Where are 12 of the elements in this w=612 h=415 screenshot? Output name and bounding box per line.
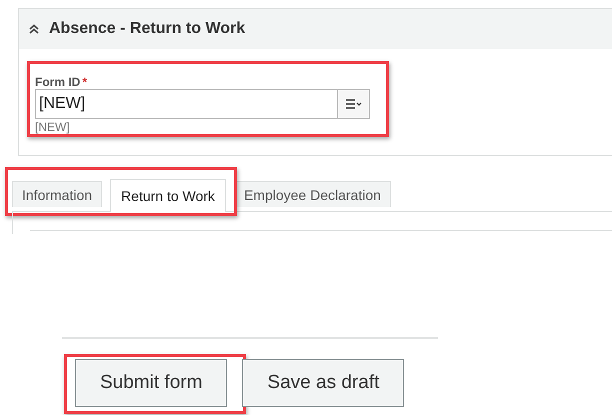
action-button[interactable]: Save as draft: [242, 359, 404, 407]
list-button[interactable]: [338, 89, 370, 119]
list-icon: [346, 99, 362, 109]
section-header[interactable]: Absence - Return to Work: [19, 9, 612, 49]
action-button[interactable]: Submit form: [75, 359, 228, 407]
field-hint: [NEW]: [35, 120, 71, 134]
collapse-icon[interactable]: [29, 24, 39, 34]
required-mark: *: [82, 75, 88, 89]
tab[interactable]: Return to Work: [110, 179, 226, 212]
input-field[interactable]: [NEW]: [35, 89, 338, 119]
field-label: Form ID: [35, 75, 80, 89]
tab[interactable]: Information: [12, 181, 102, 207]
